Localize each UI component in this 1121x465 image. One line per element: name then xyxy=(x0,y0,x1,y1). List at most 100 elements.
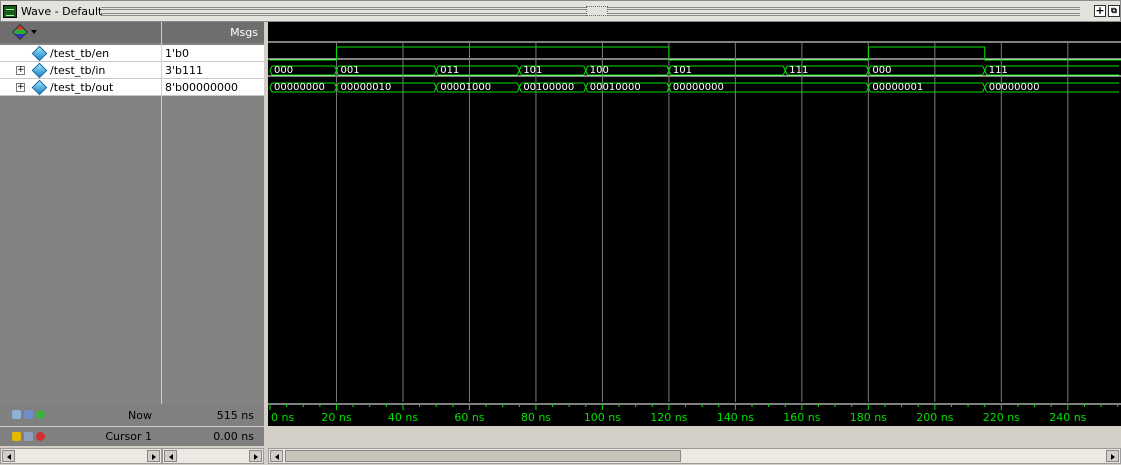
signal-values-pane: 1'b0 3'b111 8'b00000000 xyxy=(162,43,264,404)
out-bus-edge xyxy=(269,82,273,93)
add-cursor-icon[interactable] xyxy=(36,410,45,419)
add-pane-icon[interactable]: + xyxy=(1094,5,1106,17)
expand-icon[interactable]: + xyxy=(16,66,25,75)
cursor-label: Cursor 1 xyxy=(105,430,152,443)
cursor-value: 0.00 ns xyxy=(213,430,254,443)
value-row-out[interactable]: 8'b00000000 xyxy=(162,79,264,96)
time-axis-label: 100 ns xyxy=(584,411,621,424)
signal-name: /test_tb/out xyxy=(50,81,114,94)
out-bus-value: 00000000 xyxy=(989,82,1040,93)
values-hscrollbar[interactable] xyxy=(162,448,264,464)
signal-name: /test_tb/in xyxy=(50,64,106,77)
window-title: Wave - Default xyxy=(21,5,103,18)
insert-cursor-icon[interactable] xyxy=(24,410,33,419)
wave-hscrollbar[interactable] xyxy=(268,448,1121,464)
time-axis-label: 140 ns xyxy=(717,411,754,424)
bottom-names-panel: Now Cursor 1 xyxy=(0,404,162,446)
in-bus-edge xyxy=(982,65,986,76)
in-bus-value: 011 xyxy=(440,65,459,76)
out-bus-edge xyxy=(982,82,986,93)
edit-cursor-icon[interactable] xyxy=(24,432,33,441)
in-bus-edge xyxy=(433,65,437,76)
in-bus-value: 000 xyxy=(274,65,293,76)
en-waveform xyxy=(270,46,1121,61)
out-bus-edge xyxy=(433,82,437,93)
in-bus-edge xyxy=(782,65,786,76)
signal-value: 3'b111 xyxy=(165,64,204,77)
now-value-row: 515 ns xyxy=(162,404,264,426)
signal-row-in[interactable]: + /test_tb/in xyxy=(0,62,161,79)
layers-icon[interactable] xyxy=(12,24,28,40)
signal-row-en[interactable]: /test_tb/en xyxy=(0,45,161,62)
in-bus-value: 001 xyxy=(340,65,359,76)
msgs-header-label: Msgs xyxy=(230,26,258,39)
scroll-right-button[interactable] xyxy=(147,450,160,462)
signal-row-out[interactable]: + /test_tb/out xyxy=(0,79,161,96)
scroll-right-button[interactable] xyxy=(249,450,262,462)
signal-value: 8'b00000000 xyxy=(165,81,238,94)
scroll-left-button[interactable] xyxy=(2,450,15,462)
value-row-in[interactable]: 3'b111 xyxy=(162,62,264,79)
names-column-header xyxy=(0,22,162,43)
values-column-header: Msgs xyxy=(162,22,264,43)
signal-diamond-icon xyxy=(31,79,48,96)
in-bus-edge xyxy=(516,65,520,76)
scroll-left-button[interactable] xyxy=(270,450,283,462)
in-bus-edge xyxy=(984,65,988,76)
scroll-left-button[interactable] xyxy=(164,450,177,462)
time-axis-label: 220 ns xyxy=(983,411,1020,424)
expand-icon[interactable]: + xyxy=(16,83,25,92)
signal-name: /test_tb/en xyxy=(50,47,110,60)
out-bus-value: 00000001 xyxy=(872,82,923,93)
in-bus-edge xyxy=(784,65,788,76)
window-title-bar[interactable]: Wave - Default + ⧉ xyxy=(0,0,1121,22)
time-axis-label: 200 ns xyxy=(916,411,953,424)
out-bus-value: 00000010 xyxy=(340,82,391,93)
in-bus-edge xyxy=(518,65,522,76)
in-bus-value: 101 xyxy=(673,65,692,76)
value-row-en[interactable]: 1'b0 xyxy=(162,45,264,62)
in-bus-edge xyxy=(269,65,273,76)
lock-icon[interactable] xyxy=(12,432,21,441)
now-label: Now xyxy=(128,409,152,422)
waveform-svg[interactable]: 000 001 011 101 100 101 111 000 111 00000000 00000… xyxy=(268,22,1121,444)
signal-names-pane: /test_tb/en + /test_tb/in + /test_tb/out xyxy=(0,43,162,404)
out-bus-edge xyxy=(516,82,520,93)
dock-handle[interactable] xyxy=(586,6,608,16)
names-hscrollbar[interactable] xyxy=(0,448,162,464)
waveform-canvas[interactable]: 000 001 011 101 100 101 111 000 111 00000000 00000… xyxy=(268,22,1121,444)
time-axis-label: 180 ns xyxy=(850,411,887,424)
arrow-right-icon xyxy=(254,454,258,460)
now-row: Now xyxy=(0,404,162,426)
time-axis-label: 240 ns xyxy=(1049,411,1086,424)
arrow-right-icon xyxy=(152,454,156,460)
in-bus-edge xyxy=(435,65,439,76)
out-bus-edge xyxy=(583,82,587,93)
cursor-row[interactable]: Cursor 1 xyxy=(0,427,162,446)
chevron-down-icon[interactable] xyxy=(31,30,37,34)
out-bus-edge xyxy=(435,82,439,93)
undock-icon[interactable]: ⧉ xyxy=(1108,5,1120,17)
zoom-icon[interactable] xyxy=(12,410,21,419)
arrow-left-icon xyxy=(169,454,173,460)
scroll-right-button[interactable] xyxy=(1106,450,1119,462)
time-axis-label: 160 ns xyxy=(783,411,820,424)
delete-cursor-icon[interactable] xyxy=(36,432,45,441)
signal-diamond-icon xyxy=(31,62,48,79)
arrow-left-icon xyxy=(7,454,11,460)
now-value: 515 ns xyxy=(216,409,254,422)
scroll-thumb[interactable] xyxy=(285,450,681,462)
in-bus-edge xyxy=(585,65,589,76)
bottom-values-panel: 515 ns 0.00 ns xyxy=(162,404,264,446)
time-axis-label: 120 ns xyxy=(650,411,687,424)
signal-value: 1'b0 xyxy=(165,47,190,60)
time-axis-label: 80 ns xyxy=(521,411,551,424)
time-axis-label: 40 ns xyxy=(388,411,418,424)
out-bus-value: 00100000 xyxy=(523,82,574,93)
out-bus-value: 00000000 xyxy=(673,82,724,93)
out-bus-edge xyxy=(984,82,988,93)
time-axis-label: 20 ns xyxy=(321,411,351,424)
cursor-value-row: 0.00 ns xyxy=(162,427,264,446)
out-bus-value: 00001000 xyxy=(440,82,491,93)
arrow-left-icon xyxy=(275,454,279,460)
